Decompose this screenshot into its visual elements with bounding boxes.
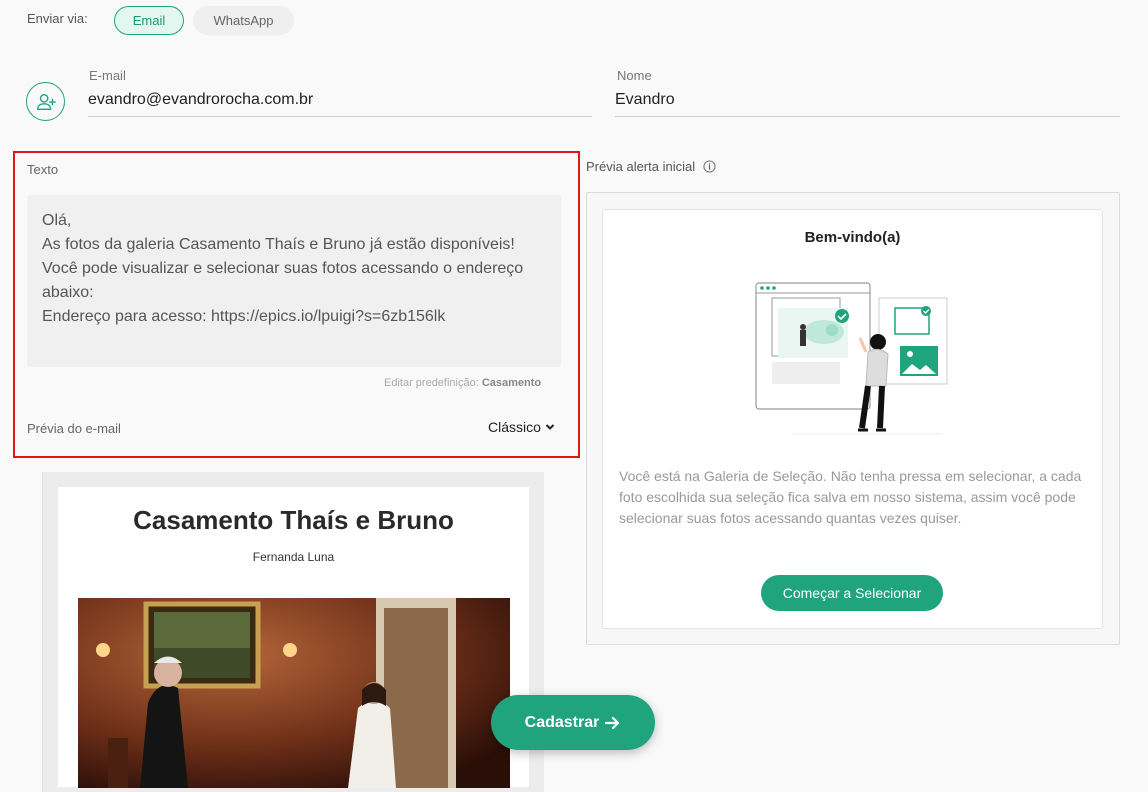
name-field-label: Nome xyxy=(617,68,652,83)
arrow-right-icon xyxy=(605,716,620,729)
user-plus-icon xyxy=(36,93,56,110)
email-preview-label: Prévia do e-mail xyxy=(27,421,121,436)
send-via-email-option[interactable]: Email xyxy=(114,6,184,35)
name-field[interactable]: Evandro xyxy=(615,91,1120,117)
email-preview-subtitle: Fernanda Luna xyxy=(252,550,335,564)
alert-description: Você está na Galeria de Seleção. Não ten… xyxy=(619,468,1082,526)
alert-welcome-title: Bem-vindo(a) xyxy=(804,229,901,246)
email-style-select[interactable]: Clássico xyxy=(488,419,555,435)
info-icon[interactable] xyxy=(703,160,716,173)
message-textarea[interactable]: Olá, As fotos da galeria Casamento Thaís… xyxy=(27,195,561,367)
message-label: Texto xyxy=(27,162,59,177)
email-cover-photo xyxy=(78,598,510,788)
alert-preview-label-text: Prévia alerta inicial xyxy=(586,159,696,174)
gallery-selection-illustration xyxy=(752,280,952,445)
submit-button[interactable]: Cadastrar xyxy=(491,695,655,750)
email-preview-title: Casamento Thaís e Bruno xyxy=(133,505,454,535)
add-contact-button[interactable] xyxy=(26,82,65,121)
submit-button-label: Cadastrar xyxy=(524,713,600,731)
edit-preset-value: Casamento xyxy=(481,377,542,389)
alert-preview-label: Prévia alerta inicial xyxy=(586,159,716,174)
start-selecting-button[interactable]: Começar a Selecionar xyxy=(761,575,943,611)
email-field-label: E-mail xyxy=(89,68,126,83)
email-field[interactable]: evandro@evandrorocha.com.br xyxy=(88,91,592,117)
send-via-whatsapp-option[interactable]: WhatsApp xyxy=(193,6,294,35)
edit-preset-label: Editar predefinição: xyxy=(384,377,479,389)
chevron-down-icon xyxy=(545,424,555,430)
send-via-label: Enviar via: xyxy=(27,11,88,26)
edit-preset-link[interactable]: Editar predefinição: Casamento xyxy=(384,377,541,389)
email-style-value: Clássico xyxy=(488,419,541,435)
